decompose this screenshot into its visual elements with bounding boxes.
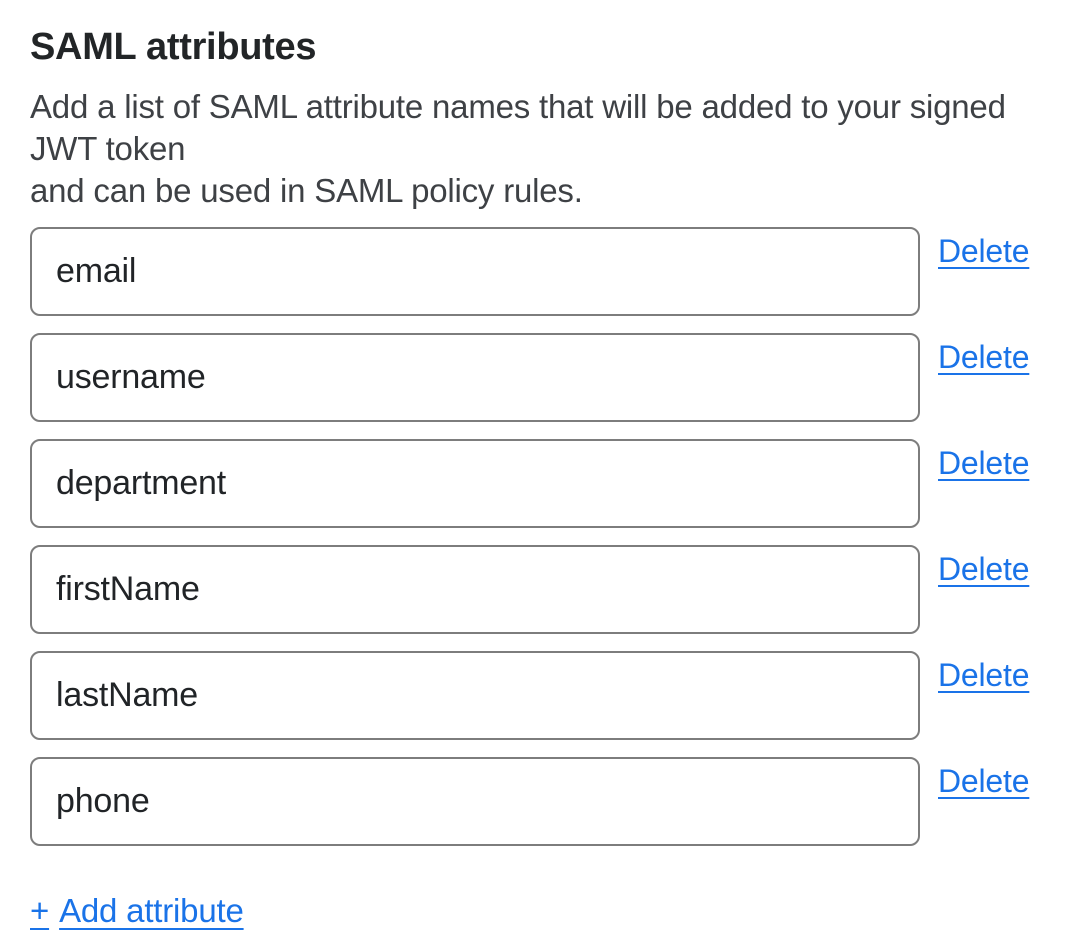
delete-link[interactable]: Delete [938, 232, 1029, 270]
attribute-row: Delete [30, 333, 1036, 422]
delete-link[interactable]: Delete [938, 550, 1029, 588]
delete-link[interactable]: Delete [938, 338, 1029, 376]
attribute-input[interactable] [30, 333, 920, 422]
delete-link[interactable]: Delete [938, 444, 1029, 482]
section-title: SAML attributes [30, 24, 1036, 70]
attribute-row: Delete [30, 227, 1036, 316]
section-description: Add a list of SAML attribute names that … [30, 86, 1036, 212]
saml-attributes-section: SAML attributes Add a list of SAML attri… [0, 24, 1066, 931]
section-description-line2: and can be used in SAML policy rules. [30, 172, 583, 209]
plus-icon: + [30, 892, 49, 929]
delete-link[interactable]: Delete [938, 656, 1029, 694]
add-attribute-label: Add attribute [59, 892, 244, 929]
attribute-row: Delete [30, 545, 1036, 634]
attribute-input[interactable] [30, 227, 920, 316]
attribute-input[interactable] [30, 439, 920, 528]
attribute-input[interactable] [30, 651, 920, 740]
delete-link[interactable]: Delete [938, 762, 1029, 800]
attribute-row: Delete [30, 439, 1036, 528]
attribute-row: Delete [30, 651, 1036, 740]
section-description-line1: Add a list of SAML attribute names that … [30, 88, 1006, 167]
attribute-rows: Delete Delete Delete Delete Delete Delet… [30, 227, 1036, 846]
attribute-row: Delete [30, 757, 1036, 846]
add-attribute-link[interactable]: + Add attribute [30, 891, 244, 931]
attribute-input[interactable] [30, 757, 920, 846]
attribute-input[interactable] [30, 545, 920, 634]
